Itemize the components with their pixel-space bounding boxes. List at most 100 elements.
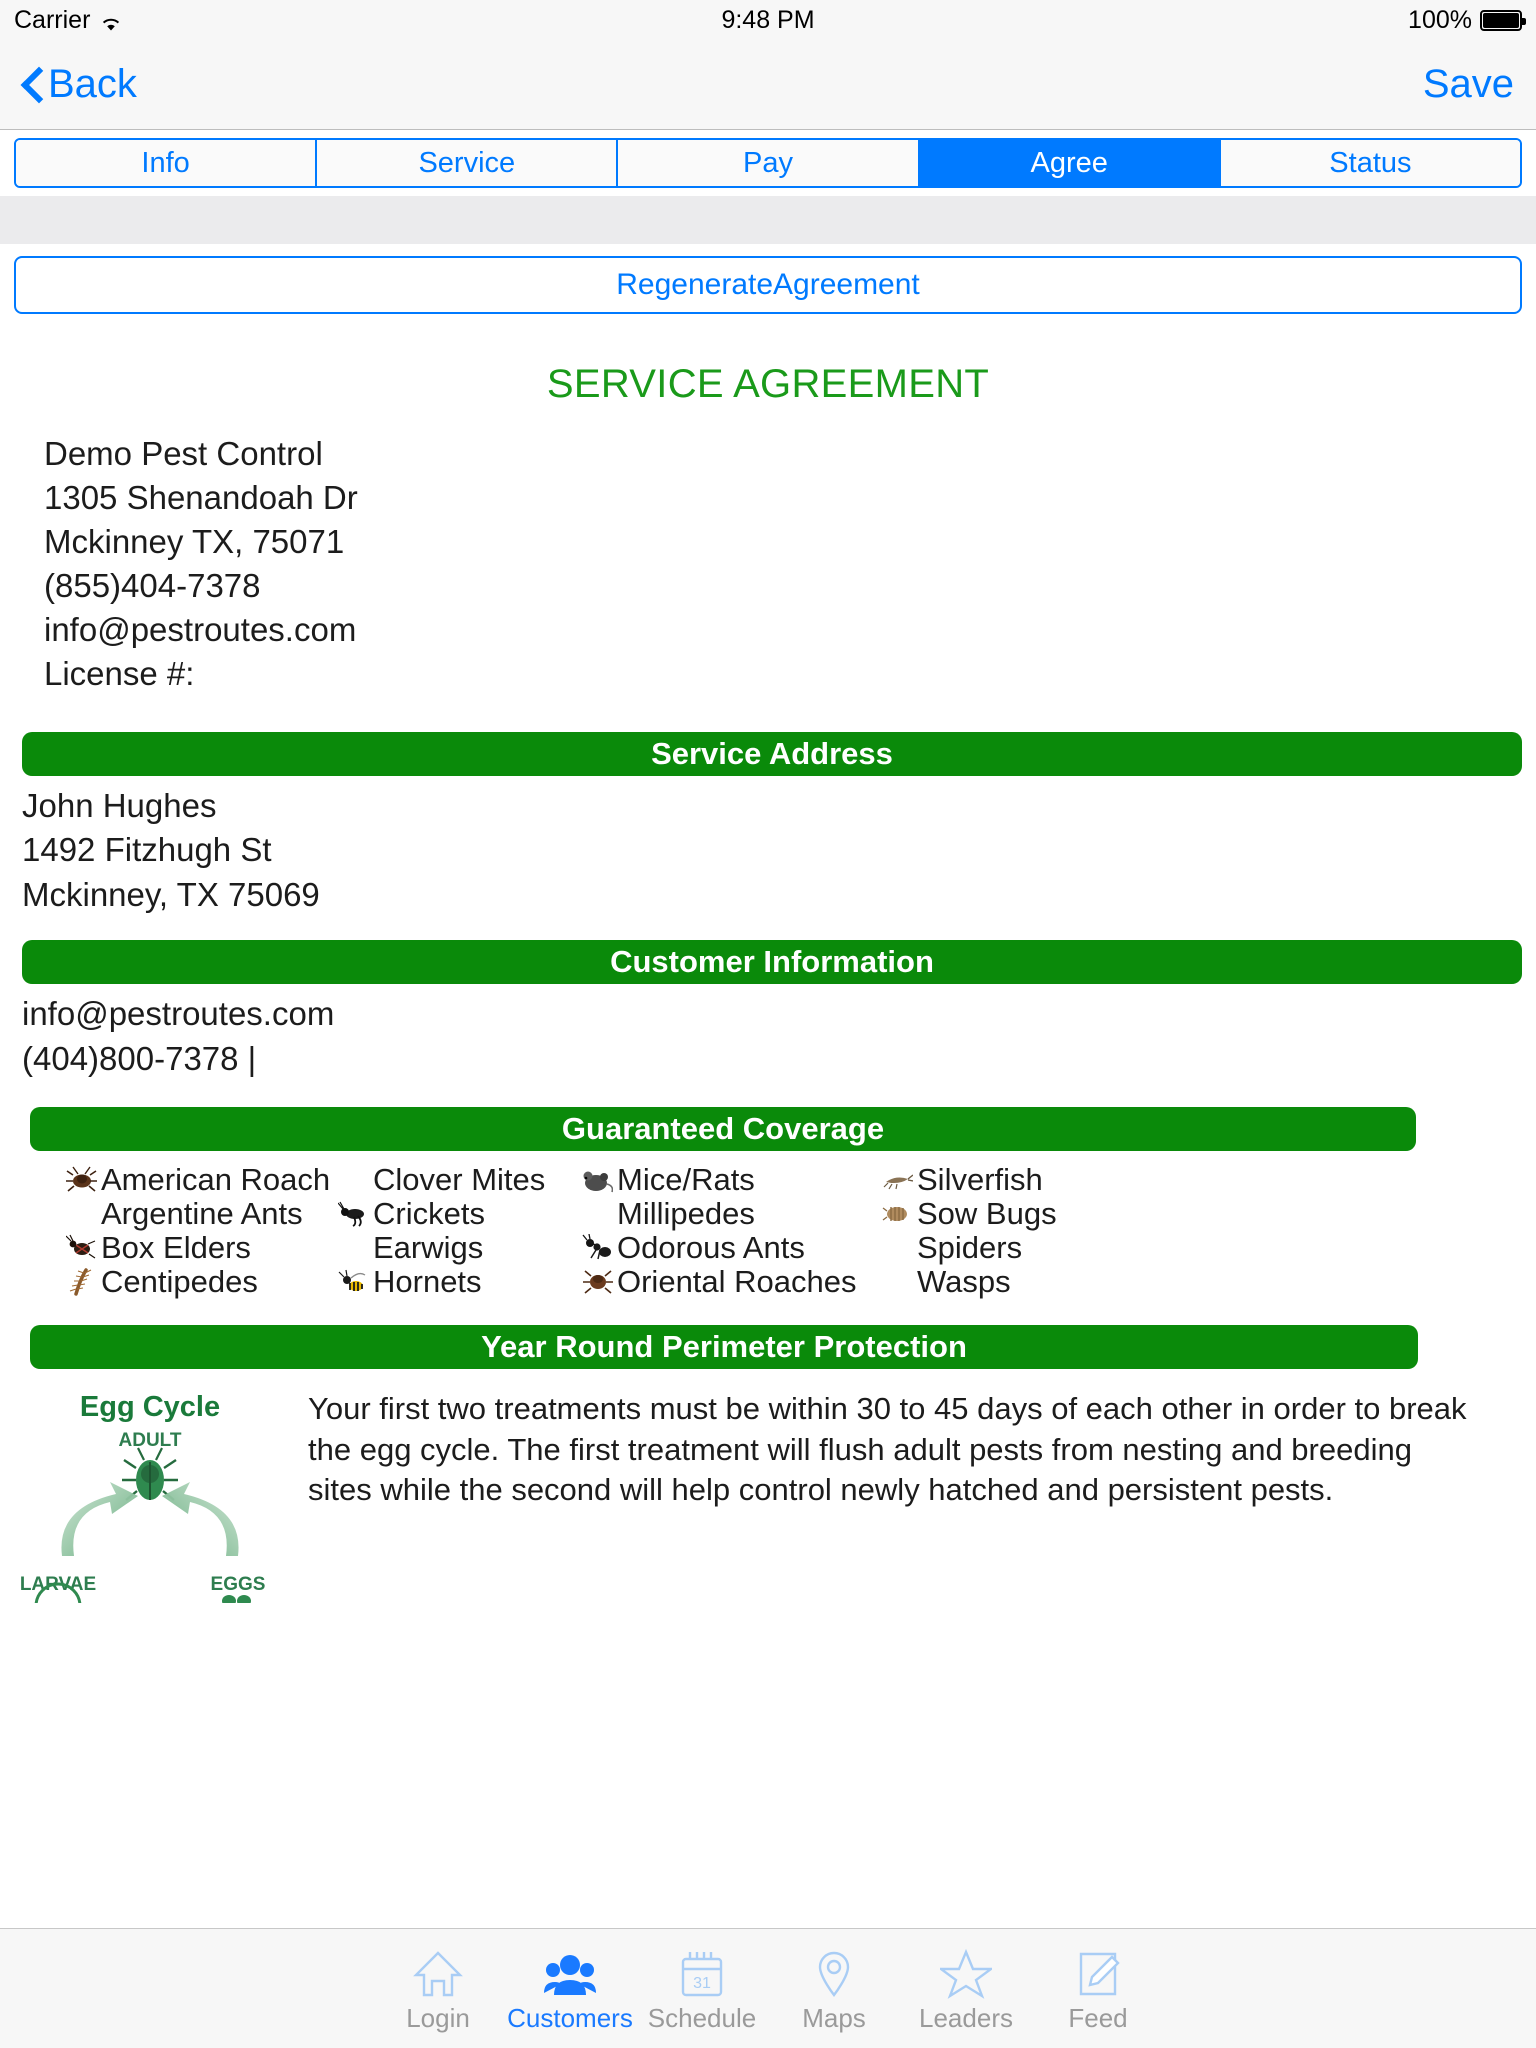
- cricket-icon: [338, 1200, 369, 1228]
- pest-label: Millipedes: [617, 1195, 755, 1231]
- calendar-31-icon: 31: [676, 1943, 728, 1999]
- pest-item: American Roach: [66, 1161, 338, 1197]
- pest-item: Hornets: [338, 1263, 582, 1299]
- pest-label: Wasps: [917, 1263, 1011, 1299]
- pest-label: Spiders: [917, 1229, 1023, 1265]
- regenerate-wrap: RegenerateAgreement: [0, 244, 1536, 314]
- customer-information-header: Customer Information: [22, 940, 1522, 985]
- pest-label: Silverfish: [917, 1161, 1043, 1197]
- segmented-control: Info Service Pay Agree Status: [14, 138, 1522, 188]
- back-button[interactable]: Back: [22, 62, 137, 107]
- status-bar-right: 100%: [1408, 5, 1526, 35]
- pest-label: Box Elders: [101, 1229, 251, 1265]
- pest-label: Oriental Roaches: [617, 1263, 857, 1299]
- tab-info[interactable]: Info: [16, 140, 318, 186]
- roach-icon: [66, 1166, 97, 1194]
- chevron-left-icon: [22, 68, 42, 102]
- nav-bar: Back Save: [0, 40, 1536, 130]
- company-street: 1305 Shenandoah Dr: [44, 478, 358, 516]
- tab-feed[interactable]: Feed: [1032, 1943, 1164, 2034]
- tab-login-label: Login: [406, 2003, 470, 2033]
- toolbar-spacer: [0, 196, 1536, 244]
- company-name: Demo Pest Control: [44, 435, 323, 472]
- company-license: License #:: [44, 654, 195, 692]
- company-email: info@pestroutes.com: [44, 610, 357, 648]
- bottom-tab-bar: Login Customers 31 Schedule Maps Leaders…: [0, 1928, 1536, 2048]
- agreement-scroll-view[interactable]: RegenerateAgreement SERVICE AGREEMENT De…: [0, 244, 1536, 1928]
- tab-pay[interactable]: Pay: [618, 140, 920, 186]
- pest-label: Argentine Ants: [101, 1195, 303, 1231]
- pest-label: American Roach: [101, 1161, 331, 1197]
- star-icon: [940, 1943, 992, 1999]
- segmented-control-wrap: Info Service Pay Agree Status: [0, 130, 1536, 196]
- pest-item: Box Elders: [66, 1229, 338, 1265]
- pest-label: Centipedes: [101, 1263, 258, 1299]
- battery-full-icon: [1480, 9, 1526, 31]
- tab-customers[interactable]: Customers: [504, 1943, 636, 2034]
- sow-bug-icon: [882, 1200, 913, 1228]
- page-title: SERVICE AGREEMENT: [546, 362, 990, 406]
- pest-label: Crickets: [373, 1195, 485, 1231]
- hornet-icon: [338, 1268, 369, 1296]
- map-pin-icon: [808, 1943, 860, 1999]
- silverfish-icon: [882, 1166, 913, 1194]
- company-info-block: Demo Pest Control 1305 Shenandoah Dr Mck…: [44, 435, 1536, 694]
- guaranteed-coverage-header: Guaranteed Coverage: [30, 1106, 1416, 1151]
- pest-item: Centipedes: [66, 1263, 338, 1299]
- customer-information-body: info@pestroutes.com (404)800-7378 |: [22, 994, 1536, 1078]
- ant-icon: [582, 1233, 613, 1262]
- pest-label: Sow Bugs: [917, 1195, 1057, 1231]
- pest-label: Clover Mites: [373, 1161, 546, 1197]
- status-bar: Carrier 9:48 PM 100%: [0, 0, 1536, 40]
- pest-item: Spiders: [882, 1229, 1122, 1265]
- pest-item: Crickets: [338, 1195, 582, 1231]
- tab-service[interactable]: Service: [317, 140, 619, 186]
- battery-percent-label: 100%: [1408, 5, 1472, 34]
- svg-text:31: 31: [693, 1975, 711, 1992]
- tab-schedule-label: Schedule: [647, 2003, 757, 2033]
- svg-text:EGGS: EGGS: [211, 1574, 266, 1595]
- tab-maps-label: Maps: [802, 2003, 866, 2033]
- svg-text:ADULT: ADULT: [119, 1430, 182, 1451]
- centipede-icon: [66, 1267, 97, 1296]
- pest-item: Sow Bugs: [882, 1195, 1122, 1231]
- back-button-label: Back: [48, 62, 137, 106]
- pest-item: Oriental Roaches: [582, 1263, 882, 1299]
- service-address-city-state-zip: Mckinney, TX 75069: [22, 875, 320, 913]
- pest-label: Hornets: [373, 1263, 482, 1299]
- year-round-body: Egg Cycle ADULT LARVAE EGGS Your first t…: [0, 1383, 1536, 1630]
- guaranteed-coverage-grid: American Roach Clover Mites Mice/Rats Si…: [66, 1161, 1536, 1299]
- pest-item: Millipedes: [582, 1195, 882, 1231]
- egg-cycle-diagram: Egg Cycle ADULT LARVAE EGGS: [0, 1383, 300, 1630]
- tab-agree[interactable]: Agree: [919, 140, 1221, 186]
- pest-item: Argentine Ants: [66, 1195, 338, 1231]
- pest-item: Wasps: [882, 1263, 1122, 1299]
- year-round-text: Your first two treatments must be within…: [308, 1390, 1467, 1508]
- app-root: Carrier 9:48 PM 100% Back Save Info Serv…: [0, 0, 1536, 2048]
- tab-customers-label: Customers: [507, 2003, 633, 2033]
- pest-label: Earwigs: [373, 1229, 484, 1265]
- tab-leaders-label: Leaders: [919, 2003, 1013, 2033]
- people-icon: [544, 1943, 596, 1999]
- pest-item: Earwigs: [338, 1229, 582, 1265]
- regenerate-agreement-button[interactable]: RegenerateAgreement: [14, 256, 1522, 314]
- pest-label: Mice/Rats: [617, 1161, 755, 1197]
- service-address-street: 1492 Fitzhugh St: [22, 831, 272, 869]
- year-round-header: Year Round Perimeter Protection: [30, 1324, 1418, 1369]
- customer-email: info@pestroutes.com: [22, 995, 335, 1033]
- tab-schedule[interactable]: 31 Schedule: [636, 1943, 768, 2034]
- tab-leaders[interactable]: Leaders: [900, 1943, 1032, 2034]
- egg-cycle-graphic: ADULT LARVAE EGGS: [10, 1428, 290, 1630]
- save-button[interactable]: Save: [1423, 62, 1514, 107]
- tab-login[interactable]: Login: [372, 1943, 504, 2034]
- pest-label: Odorous Ants: [617, 1229, 805, 1265]
- company-city-state-zip: Mckinney TX, 75071: [44, 522, 345, 560]
- mouse-icon: [582, 1166, 613, 1194]
- clock-label: 9:48 PM: [721, 5, 815, 34]
- pest-item: Clover Mites: [338, 1161, 582, 1197]
- tab-maps[interactable]: Maps: [768, 1943, 900, 2034]
- oriental-roach-icon: [582, 1268, 613, 1296]
- pest-item: Odorous Ants: [582, 1229, 882, 1265]
- tab-status[interactable]: Status: [1220, 140, 1520, 186]
- tab-feed-label: Feed: [1068, 2003, 1128, 2033]
